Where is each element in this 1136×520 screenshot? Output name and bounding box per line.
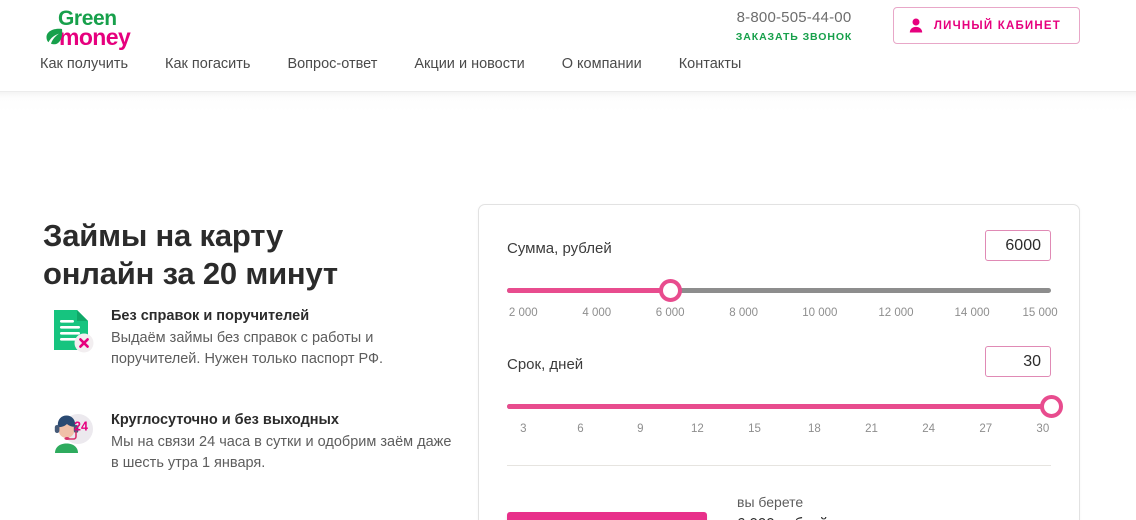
summary-take-caption: вы берете bbox=[737, 494, 804, 510]
feature-title: Без справок и поручителей bbox=[111, 308, 310, 324]
nav-item-promos-news[interactable]: Акции и новости bbox=[414, 56, 524, 72]
slider-tick-label: 10 000 bbox=[802, 307, 838, 319]
calculator-sum-head: Сумма, рублей bbox=[507, 230, 1051, 265]
slider-tick-label: 30 bbox=[1036, 423, 1050, 435]
term-input[interactable] bbox=[985, 346, 1051, 377]
slider-tick-label: 24 bbox=[922, 423, 935, 435]
term-slider-fill bbox=[507, 404, 1051, 409]
feature-text: Без справок и поручителей Выдаём займы б… bbox=[111, 304, 455, 369]
personal-cabinet-label: ЛИЧНЫЙ КАБИНЕТ bbox=[933, 19, 1061, 32]
phone-number[interactable]: 8-800-505-44-00 bbox=[737, 9, 852, 26]
support-agent-24h-icon: 24 bbox=[54, 414, 93, 453]
sum-slider[interactable] bbox=[507, 279, 1051, 302]
feature-24h-support: 24 Круглосуточно и без выходных Мы на св… bbox=[45, 408, 455, 473]
page-title-line-2: онлайн за 20 минут bbox=[43, 256, 338, 292]
nav-item-faq[interactable]: Вопрос-ответ bbox=[287, 56, 377, 72]
slider-tick-label: 12 000 bbox=[878, 307, 914, 319]
term-slider[interactable] bbox=[507, 395, 1063, 418]
slider-tick-label: 6 bbox=[577, 423, 584, 435]
order-callback-link[interactable]: ЗАКАЗАТЬ ЗВОНОК bbox=[714, 31, 874, 43]
personal-cabinet-button[interactable]: ЛИЧНЫЙ КАБИНЕТ bbox=[892, 7, 1080, 44]
slider-tick-label: 18 bbox=[807, 423, 821, 435]
slider-tick-label: 27 bbox=[979, 423, 993, 435]
slider-tick-label: 15 000 bbox=[1022, 307, 1058, 319]
person-icon bbox=[909, 18, 923, 33]
loan-calculator-card: Сумма, рублей 2 000 4 000 6 000 8 000 10 000… bbox=[478, 204, 1080, 520]
document-no-certificate-icon bbox=[54, 310, 94, 353]
feature-title: Круглосуточно и без выходных bbox=[111, 412, 339, 428]
slider-tick-label: 3 bbox=[520, 423, 527, 435]
slider-tick-label: 15 bbox=[748, 423, 761, 435]
feature-description: Выдаём займы без справок с работы и пору… bbox=[111, 330, 384, 367]
calculator-term-row: Срок, дней 3 6 9 12 15 18 21 24 27 30 bbox=[479, 323, 1079, 439]
nav-item-contacts[interactable]: Контакты bbox=[679, 56, 742, 72]
nav-item-how-to-repay[interactable]: Как погасить bbox=[165, 56, 250, 72]
feature-no-certificates: Без справок и поручителей Выдаём займы б… bbox=[45, 304, 455, 369]
summary-take-value: 6 000 рублей bbox=[737, 513, 908, 520]
term-slider-thumb[interactable] bbox=[1039, 395, 1063, 418]
slider-tick-label: 21 bbox=[865, 423, 878, 435]
sum-input[interactable] bbox=[985, 230, 1051, 261]
slider-tick-label: 9 bbox=[637, 423, 644, 435]
phone-block: 8-800-505-44-00 ЗАКАЗАТЬ ЗВОНОК bbox=[714, 9, 874, 43]
site-header: Green money 8-800-505-44-00 ЗАКАЗАТЬ ЗВО… bbox=[0, 0, 1136, 92]
leaf-icon bbox=[46, 28, 63, 45]
sum-slider-ticks: 2 000 4 000 6 000 8 000 10 000 12 000 14 000 15… bbox=[507, 307, 1058, 323]
slider-tick-label: 2 000 bbox=[508, 307, 538, 319]
feature-text: Круглосуточно и без выходных Мы на связи… bbox=[111, 408, 455, 473]
term-slider-ticks: 3 6 9 12 15 18 21 24 27 30 bbox=[507, 423, 1051, 439]
page-title-line-1: Займы на карту bbox=[43, 218, 283, 253]
nav-item-how-to-get[interactable]: Как получить bbox=[40, 56, 128, 72]
nav-item-about-company[interactable]: О компании bbox=[562, 56, 642, 72]
page-title: Займы на карту онлайн за 20 минут bbox=[43, 217, 338, 294]
sum-slider-fill bbox=[507, 288, 671, 293]
calculator-summary-row: Оформить заём вы берете 6 000 рублей воз… bbox=[479, 466, 1079, 520]
loan-summary: вы берете 6 000 рублей возвращаете 7 800… bbox=[737, 490, 908, 520]
slider-tick-label: 12 bbox=[690, 423, 704, 435]
logo-text-money: money bbox=[59, 24, 131, 50]
feature-description: Мы на связи 24 часа в сутки и одобрим за… bbox=[111, 434, 452, 471]
term-label: Срок, дней bbox=[507, 356, 584, 373]
slider-tick-label: 14 000 bbox=[954, 307, 990, 319]
slider-tick-label: 6 000 bbox=[655, 307, 685, 319]
calculator-term-head: Срок, дней bbox=[507, 346, 1051, 381]
sum-slider-thumb[interactable] bbox=[658, 279, 682, 302]
main-navigation: Как получить Как погасить Вопрос-ответ А… bbox=[40, 56, 741, 72]
site-logo[interactable]: Green money bbox=[42, 8, 164, 52]
main-content: Займы на карту онлайн за 20 минут Без сп… bbox=[0, 92, 1136, 520]
slider-tick-label: 4 000 bbox=[582, 307, 612, 319]
badge-24-text: 24 bbox=[74, 420, 88, 434]
slider-tick-label: 8 000 bbox=[729, 307, 759, 319]
sum-label: Сумма, рублей bbox=[507, 240, 612, 257]
apply-loan-button[interactable]: Оформить заём bbox=[507, 512, 707, 520]
calculator-sum-row: Сумма, рублей 2 000 4 000 6 000 8 000 10 000… bbox=[479, 205, 1079, 323]
